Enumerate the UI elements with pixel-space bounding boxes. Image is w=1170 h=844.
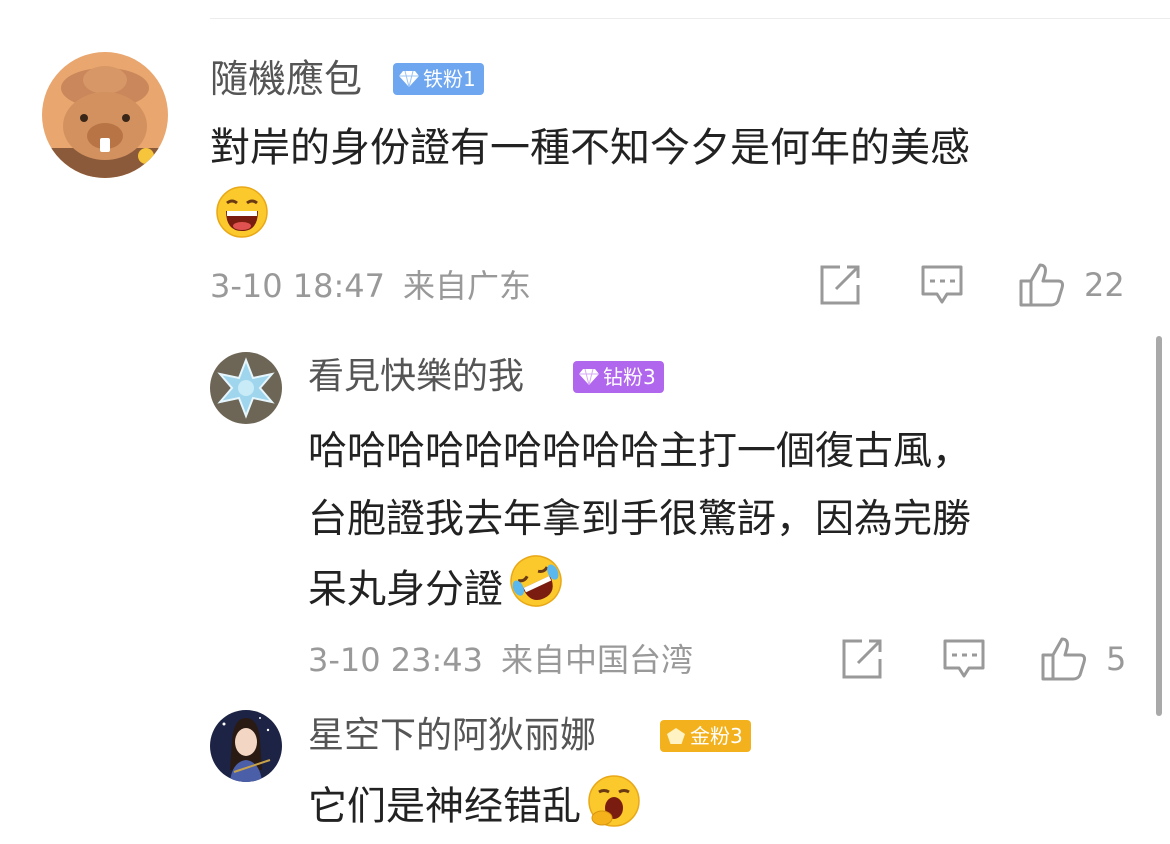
like-button[interactable]: 5	[1040, 636, 1126, 682]
pentagon-gem-icon	[666, 727, 686, 745]
comment-line-last: 呆丸身分證	[308, 554, 971, 630]
username[interactable]: 星空下的阿狄丽娜	[308, 714, 596, 758]
timestamp: 3-10 23:43 来自中国台湾	[308, 641, 694, 679]
thumbs-up-icon	[1041, 637, 1086, 681]
comment-line: 哈哈哈哈哈哈哈哈哈主打一個復古風，	[308, 429, 972, 474]
location: 来自中国台湾	[501, 641, 694, 679]
fan-badge[interactable]: 金粉3	[660, 720, 751, 752]
share-icon	[820, 265, 860, 305]
comment-text: 對岸的身份證有一種不知今夕是何年的美感	[210, 125, 970, 171]
capybara-avatar-icon	[42, 52, 168, 178]
grinning-face-emoji	[215, 185, 269, 243]
badge-label: 铁粉1	[423, 67, 476, 91]
top-divider	[210, 18, 1170, 19]
badge-label: 钻粉3	[603, 365, 656, 389]
username[interactable]: 隨機應包	[210, 56, 362, 102]
username[interactable]: 看見快樂的我	[308, 355, 524, 399]
avatar[interactable]	[210, 352, 282, 424]
comment-icon	[943, 639, 985, 678]
reply-button[interactable]	[942, 638, 986, 680]
share-icon	[842, 639, 882, 679]
yawning-face-emoji	[587, 774, 641, 844]
portrait-avatar-icon	[210, 710, 282, 782]
like-button[interactable]: 22	[1018, 262, 1125, 308]
scrollbar[interactable]	[1156, 336, 1162, 716]
comment-icon	[921, 265, 963, 304]
diamond-icon	[579, 368, 599, 386]
badge-label: 金粉3	[690, 724, 743, 748]
diamond-icon	[399, 70, 419, 88]
share-button[interactable]	[818, 264, 862, 306]
like-count: 5	[1106, 640, 1127, 678]
reply-button[interactable]	[920, 264, 964, 306]
avatar[interactable]	[42, 52, 168, 178]
location: 来自广东	[403, 267, 532, 305]
timestamp: 3-10 18:47 来自广东	[210, 267, 532, 305]
share-button[interactable]	[840, 638, 884, 680]
snowflake-avatar-icon	[210, 352, 282, 424]
avatar[interactable]	[210, 710, 282, 782]
fan-badge[interactable]: 铁粉1	[393, 63, 484, 95]
comment-line: 台胞證我去年拿到手很驚訝，因為完勝	[308, 497, 972, 542]
like-count: 22	[1084, 266, 1125, 304]
comment-text: 它们是神经错乱	[308, 774, 641, 844]
thumbs-up-icon	[1019, 263, 1064, 307]
comment-text: 哈哈哈哈哈哈哈哈哈主打一個復古風， 台胞證我去年拿到手很驚訝，因為完勝 呆丸身分…	[308, 418, 971, 630]
fan-badge[interactable]: 钻粉3	[573, 361, 664, 393]
rolling-laughing-emoji	[509, 554, 563, 630]
